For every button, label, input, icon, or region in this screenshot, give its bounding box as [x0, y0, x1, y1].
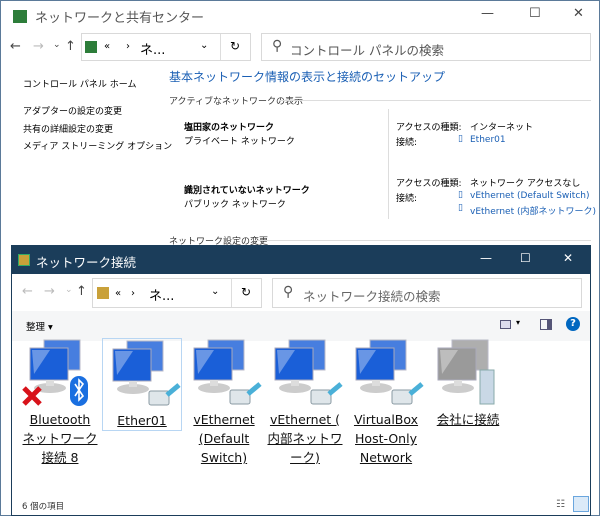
network-name: 識別されていないネットワーク: [184, 186, 310, 196]
preview-pane-icon[interactable]: [540, 319, 552, 330]
connection-label[interactable]: Switch): [184, 448, 264, 467]
back-button[interactable]: ←: [22, 284, 33, 299]
network-adapter-icon: [355, 339, 424, 405]
connection-item[interactable]: Bluetooth ネットワーク 接続 8: [20, 338, 100, 467]
network-name: 塩田家のネットワーク: [184, 123, 275, 133]
connection-label[interactable]: vEthernet (: [265, 410, 345, 429]
network-type: パブリック ネットワーク: [184, 200, 286, 210]
network-type: プライベート ネットワーク: [184, 137, 295, 147]
network-connections-window: ネットワーク接続 — ☐ ✕ ← → ⌄ ↑ « › ネ... ⌄ ↻ ⚲ ネッ…: [11, 245, 591, 516]
ethernet-plug-icon: [229, 382, 262, 405]
ethernet-icon: ▯: [458, 134, 463, 144]
ethernet-plug-icon: [148, 383, 181, 406]
search-input[interactable]: ⚲ ネットワーク接続の検索: [272, 278, 582, 308]
connection-label[interactable]: (Default: [184, 429, 264, 448]
window-title: ネットワークと共有センター: [35, 11, 205, 26]
connection-label[interactable]: ネットワーク: [20, 429, 100, 448]
network-adapter-icon: [274, 339, 343, 405]
network-adapter-icon: [193, 339, 262, 405]
details-view-icon[interactable]: ☷: [556, 499, 565, 510]
status-item-count: 6 個の項目: [22, 502, 65, 512]
address-bar[interactable]: « › ネ... ⌄ ↻: [92, 278, 262, 308]
ethernet-icon: ▯: [458, 190, 463, 200]
connection-label[interactable]: 接続 8: [20, 448, 100, 467]
network-connections-icon: [97, 287, 109, 299]
connection-label[interactable]: vEthernet: [184, 410, 264, 429]
network-adapter-icon: [22, 339, 88, 406]
network-adapter-icon: [112, 340, 181, 406]
connection-link-vethernet-default[interactable]: vEthernet (Default Switch): [470, 191, 589, 201]
back-button[interactable]: ←: [10, 39, 21, 54]
connection-label[interactable]: Network: [346, 448, 426, 467]
connection-label[interactable]: VirtualBox: [346, 410, 426, 429]
connection-label[interactable]: 内部ネットワ: [265, 429, 345, 448]
connection-item[interactable]: Ether01: [102, 338, 182, 431]
network-center-icon: [85, 41, 97, 53]
up-button[interactable]: ↑: [65, 39, 76, 54]
view-options-icon[interactable]: [500, 320, 511, 329]
server-icon: [479, 369, 495, 405]
chevron-down-icon[interactable]: ⌄: [211, 286, 219, 297]
connection-item[interactable]: VirtualBox Host-Only Network: [346, 338, 426, 467]
breadcrumb-prefix: «: [115, 288, 122, 299]
search-icon: ⚲: [283, 284, 294, 300]
address-bar[interactable]: « › ネ... ⌄ ↻: [81, 33, 251, 61]
maximize-button[interactable]: ☐: [529, 6, 541, 21]
connection-label[interactable]: Host-Only: [346, 429, 426, 448]
network-connections-icon: [18, 254, 30, 266]
sidebar-item-adapter[interactable]: アダプターの設定の変更: [23, 104, 122, 117]
minimize-button[interactable]: —: [481, 6, 494, 21]
maximize-button[interactable]: ☐: [520, 251, 531, 265]
page-title: 基本ネットワーク情報の表示と接続のセットアップ: [169, 70, 446, 84]
recent-dropdown[interactable]: ⌄: [53, 40, 61, 50]
recent-dropdown[interactable]: ⌄: [65, 285, 73, 295]
disconnected-x-icon: [22, 386, 42, 406]
forward-button[interactable]: →: [33, 39, 44, 54]
search-input[interactable]: ⚲ コントロール パネルの検索: [261, 33, 591, 61]
connection-label[interactable]: Ether01: [103, 411, 181, 430]
window-title: ネットワーク接続: [36, 255, 137, 270]
bluetooth-icon: [70, 376, 88, 406]
ethernet-plug-icon: [310, 382, 343, 405]
connection-label[interactable]: Bluetooth: [20, 410, 100, 429]
close-button[interactable]: ✕: [573, 6, 584, 21]
sidebar-home-link[interactable]: コントロール パネル ホーム: [23, 77, 136, 90]
command-bar: 整理 ▾ ▾ ?: [12, 311, 590, 341]
organize-menu[interactable]: 整理 ▾: [26, 319, 53, 333]
large-icons-view-icon[interactable]: [573, 496, 589, 512]
view-dropdown-icon[interactable]: ▾: [516, 318, 520, 327]
refresh-icon[interactable]: ↻: [241, 285, 251, 299]
access-type: ネットワーク アクセスなし: [470, 179, 581, 189]
access-type: インターネット: [470, 123, 534, 133]
sidebar-item-media[interactable]: メディア ストリーミング オプション: [23, 139, 172, 152]
breadcrumb[interactable]: ネ...: [140, 39, 165, 58]
ethernet-plug-icon: [391, 382, 424, 405]
breadcrumb[interactable]: ネ...: [149, 285, 174, 304]
connection-link-ether01[interactable]: Ether01: [470, 135, 506, 145]
refresh-icon[interactable]: ↻: [230, 39, 240, 53]
minimize-button[interactable]: —: [480, 251, 492, 265]
close-button[interactable]: ✕: [563, 251, 573, 265]
network-center-icon: [13, 10, 27, 23]
search-icon: ⚲: [272, 38, 283, 54]
chevron-down-icon[interactable]: ⌄: [200, 40, 208, 51]
title-bar: ネットワーク接続 — ☐ ✕: [12, 246, 590, 274]
ethernet-icon: ▯: [458, 203, 463, 213]
help-icon[interactable]: ?: [566, 317, 580, 331]
connection-item[interactable]: 会社に接続: [428, 338, 508, 429]
sidebar-item-sharing[interactable]: 共有の詳細設定の変更: [23, 122, 113, 135]
connection-item[interactable]: vEthernet (内部ネットワ ーク): [265, 338, 345, 467]
vpn-connection-icon: [437, 339, 495, 405]
breadcrumb-prefix: «: [104, 41, 111, 52]
connection-label[interactable]: ーク): [265, 448, 345, 467]
forward-button[interactable]: →: [44, 284, 55, 299]
breadcrumb-separator: ›: [126, 41, 130, 52]
up-button[interactable]: ↑: [76, 284, 87, 299]
connection-item[interactable]: vEthernet (Default Switch): [184, 338, 264, 467]
breadcrumb-separator: ›: [131, 288, 135, 299]
connection-link-vethernet-internal[interactable]: vEthernet (内部ネットワーク): [470, 204, 596, 217]
connection-label[interactable]: 会社に接続: [428, 410, 508, 429]
